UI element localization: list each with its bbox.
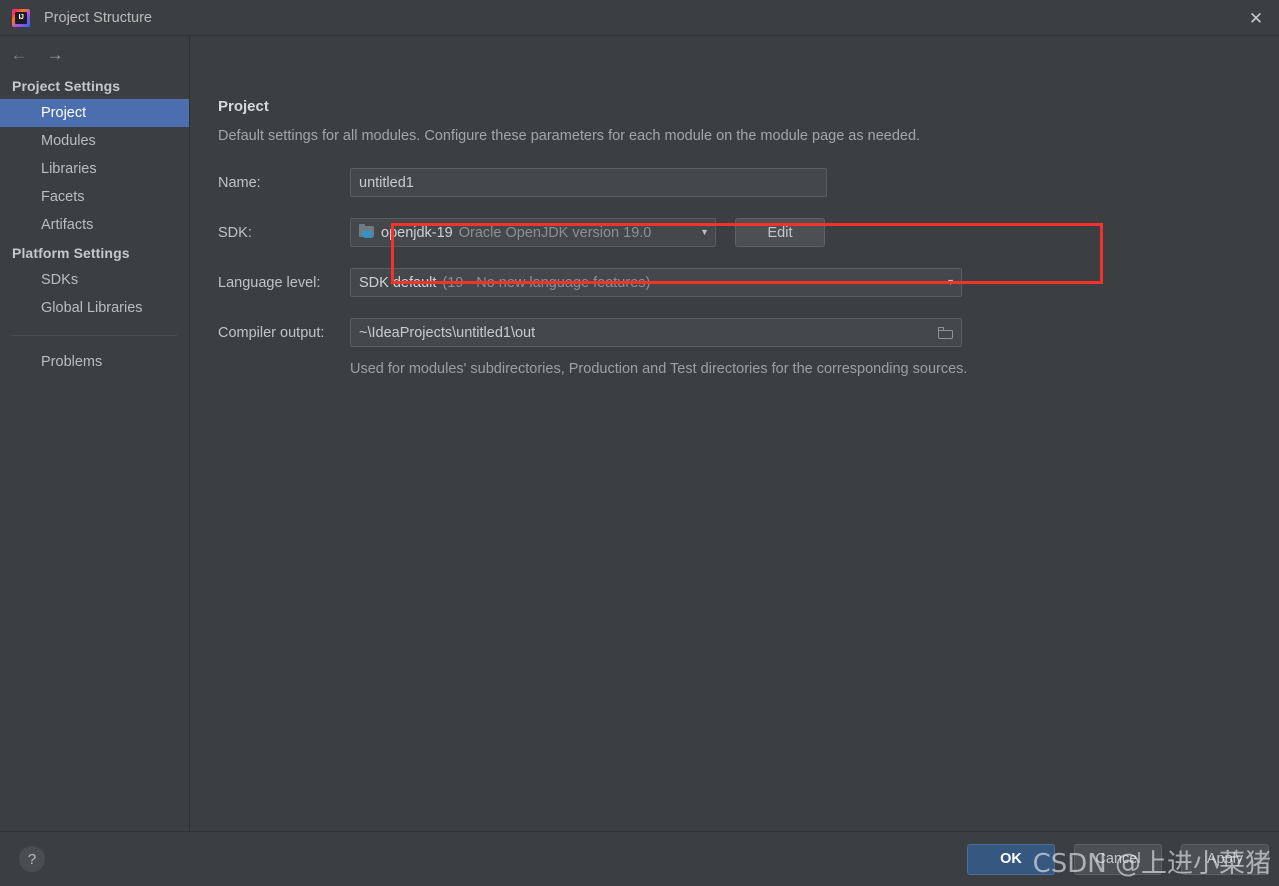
dialog-body: ← → Project Settings Project Modules Lib… (0, 36, 1279, 831)
chevron-down-icon: ▼ (700, 227, 709, 237)
language-level-hint: (19 - No new language features) (442, 274, 651, 291)
back-arrow-icon[interactable]: ← (10, 46, 28, 63)
footer-button-group: OK Cancel Apply (967, 843, 1279, 875)
ok-button[interactable]: OK (967, 843, 1055, 875)
project-sdk-label: SDK: (218, 224, 252, 241)
sidebar-item-label: Project (41, 105, 87, 121)
sidebar-item-libraries[interactable]: Libraries (0, 155, 189, 183)
project-name-label: Name: (218, 174, 261, 191)
sidebar-item-label: Modules (41, 133, 96, 149)
sidebar-item-label: Global Libraries (41, 300, 143, 316)
sidebar-item-artifacts[interactable]: Artifacts (0, 211, 189, 239)
sidebar-item-problems[interactable]: Problems (0, 348, 189, 376)
forward-arrow-icon[interactable]: → (46, 46, 64, 63)
sidebar-item-label: Artifacts (41, 217, 94, 233)
project-name-value: untitled1 (359, 174, 414, 191)
edit-sdk-button[interactable]: Edit (735, 218, 825, 247)
sidebar-item-sdks[interactable]: SDKs (0, 266, 189, 294)
folder-browse-icon[interactable] (938, 326, 953, 339)
compiler-output-label: Compiler output: (218, 324, 325, 341)
compiler-output-value: ~\IdeaProjects\untitled1\out (359, 324, 536, 341)
project-name-row: Name: untitled1 (218, 168, 1279, 197)
project-sdk-hint: Oracle OpenJDK version 19.0 (458, 224, 652, 241)
sidebar-item-label: Libraries (41, 161, 97, 177)
cancel-button[interactable]: Cancel (1074, 843, 1162, 875)
sidebar-item-global-libraries[interactable]: Global Libraries (0, 294, 189, 322)
project-sdk-value: openjdk-19 (381, 224, 453, 241)
page-description: Default settings for all modules. Config… (218, 128, 921, 144)
jdk-folder-icon (359, 224, 375, 240)
compiler-output-input[interactable]: ~\IdeaProjects\untitled1\out (350, 318, 962, 347)
project-settings-panel: Project Default settings for all modules… (190, 36, 1279, 831)
sidebar-item-label: SDKs (41, 272, 79, 288)
apply-button[interactable]: Apply (1181, 843, 1269, 875)
compiler-output-help: Used for modules' subdirectories, Produc… (350, 361, 968, 377)
page-title: Project (218, 98, 269, 115)
project-sdk-dropdown[interactable]: openjdk-19 Oracle OpenJDK version 19.0 ▼ (350, 218, 716, 247)
chevron-down-icon: ▼ (946, 277, 955, 287)
close-icon[interactable]: ✕ (1233, 0, 1279, 36)
sidebar-group-project-settings: Project Settings (12, 78, 121, 94)
title-bar: IJ Project Structure ✕ (0, 0, 1279, 36)
sidebar-group-platform-settings: Platform Settings (12, 245, 130, 261)
compiler-output-row: Compiler output: ~\IdeaProjects\untitled… (218, 318, 1279, 347)
language-level-row: Language level: SDK default (19 - No new… (218, 268, 1279, 297)
sidebar-item-facets[interactable]: Facets (0, 183, 189, 211)
project-structure-dialog: IJ Project Structure ✕ ← → Project Setti… (0, 0, 1279, 886)
window-title: Project Structure (44, 9, 152, 26)
intellij-idea-icon: IJ (12, 8, 30, 27)
help-icon[interactable]: ? (19, 846, 45, 872)
project-sdk-row: SDK: openjdk-19 Oracle OpenJDK version 1… (218, 218, 1279, 247)
sidebar-item-modules[interactable]: Modules (0, 127, 189, 155)
settings-sidebar: ← → Project Settings Project Modules Lib… (0, 36, 190, 831)
language-level-label: Language level: (218, 274, 321, 291)
sidebar-divider (12, 335, 177, 336)
sidebar-item-label: Problems (41, 354, 103, 370)
sidebar-item-label: Facets (41, 189, 85, 205)
project-name-input[interactable]: untitled1 (350, 168, 827, 197)
dialog-footer: ? OK Cancel Apply (0, 831, 1279, 886)
sidebar-nav-arrows: ← → (0, 36, 189, 72)
language-level-value: SDK default (359, 274, 437, 291)
language-level-dropdown[interactable]: SDK default (19 - No new language featur… (350, 268, 962, 297)
sidebar-item-project[interactable]: Project (0, 99, 189, 127)
